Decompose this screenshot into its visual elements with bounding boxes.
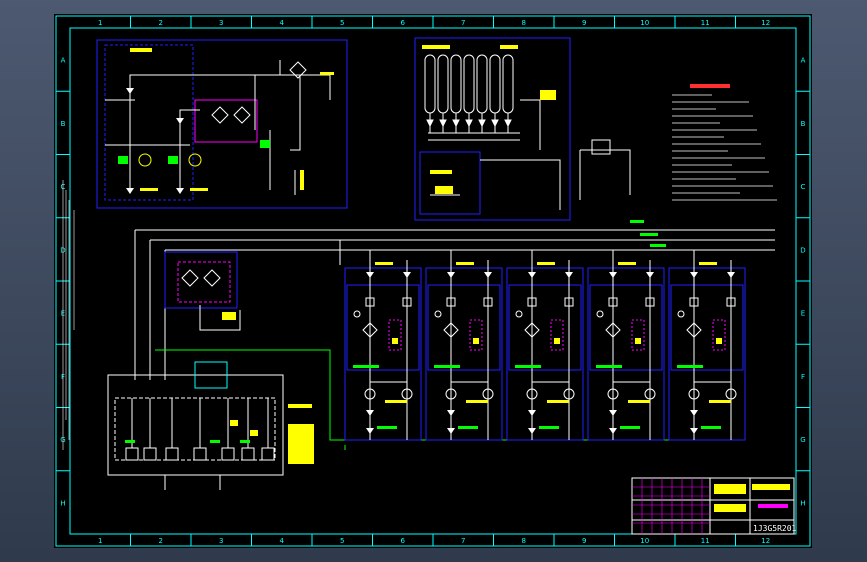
sheet-inner-frame (69, 27, 797, 535)
row-marker: D (800, 246, 805, 254)
title-block: 1J3G5R201 (631, 477, 797, 535)
column-marker: 5 (340, 19, 344, 27)
control-module (587, 250, 665, 441)
column-marker: 4 (280, 537, 285, 545)
column-marker: 2 (159, 537, 163, 545)
column-marker: 9 (582, 19, 586, 27)
row-marker: E (801, 310, 805, 318)
check-valve-icon (126, 88, 184, 194)
column-marker: 12 (761, 537, 770, 545)
sheet-outer-frame (55, 15, 811, 547)
column-marker: 7 (461, 19, 465, 27)
column-marker: 8 (522, 19, 526, 27)
column-marker: 11 (701, 19, 710, 27)
row-marker: G (800, 436, 805, 444)
pump-icon (125, 398, 275, 461)
pump-station-subsystem (96, 39, 348, 209)
column-marker: 6 (401, 537, 406, 545)
column-marker: 10 (640, 537, 649, 545)
cad-viewport: 1 1 2 2 3 3 4 4 5 5 6 6 7 7 8 8 9 9 10 10 11 11 12 12 AABBCCDDE… (0, 0, 867, 562)
gauge-icon (515, 310, 523, 318)
gauge-icon (677, 310, 685, 318)
column-marker: 2 (159, 19, 163, 27)
control-modules (344, 250, 746, 441)
control-module (425, 250, 503, 441)
column-marker: 3 (219, 537, 223, 545)
relief-valve-assembly (579, 139, 631, 200)
row-marker: F (801, 373, 805, 381)
accumulator-icon (424, 54, 514, 133)
row-marker: H (60, 499, 65, 507)
filter-icon (211, 61, 307, 124)
column-marker: 8 (522, 537, 526, 545)
accumulator-bank (414, 37, 571, 221)
gauge-icon (434, 310, 442, 318)
column-marker: 3 (219, 19, 223, 27)
gauge-icon (596, 310, 604, 318)
filter-icon (181, 269, 221, 287)
row-marker: C (801, 183, 806, 191)
return-filter-subsystem (164, 251, 241, 331)
row-marker: B (801, 120, 806, 128)
column-marker: 7 (461, 537, 465, 545)
column-marker: 9 (582, 537, 586, 545)
column-marker: 11 (701, 537, 710, 545)
oil-tank (107, 361, 314, 490)
column-marker: 5 (340, 537, 344, 545)
column-marker: 1 (98, 19, 102, 27)
column-marker: 1 (98, 537, 102, 545)
row-marker: A (61, 57, 66, 65)
row-marker: H (800, 499, 805, 507)
column-marker: 6 (401, 19, 406, 27)
control-module (344, 250, 422, 441)
control-module (668, 250, 746, 441)
gauge-icon (353, 310, 361, 318)
control-module (506, 250, 584, 441)
row-marker: B (61, 120, 66, 128)
drawing-number: 1J3G5R201 (753, 524, 797, 533)
column-marker: 4 (280, 19, 285, 27)
row-marker: A (801, 57, 806, 65)
technical-notes (672, 84, 777, 201)
column-marker: 10 (640, 19, 649, 27)
column-marker: 12 (761, 19, 770, 27)
hydraulic-schematic: 112233445566778899101011111212 A AB BC CD DE… (55, 15, 811, 547)
